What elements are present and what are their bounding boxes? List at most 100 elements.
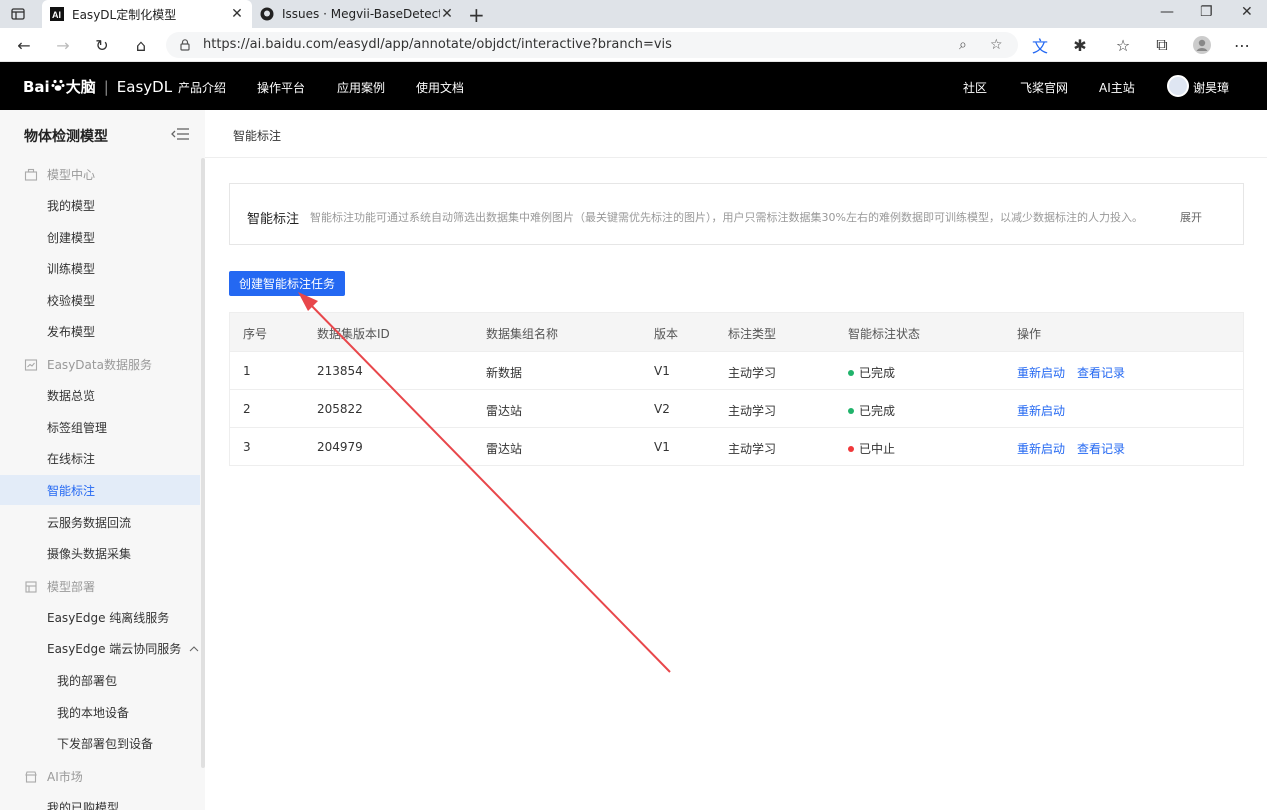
sidebar-item-easyedge-cloud[interactable]: EasyEdge 端云协同服务 bbox=[0, 633, 200, 663]
sidebar-group-easydata: EasyData数据服务 bbox=[24, 356, 152, 373]
browser-tab-easydl[interactable]: AI EasyDL定制化模型 ✕ bbox=[42, 0, 252, 28]
cell-actions: 重新启动 查看记录 bbox=[1017, 440, 1137, 457]
status-text: 已完成 bbox=[859, 366, 896, 380]
tab-title: Issues · Megvii-BaseDetection/Y( bbox=[282, 7, 440, 21]
nav-product-intro[interactable]: 产品介绍 bbox=[178, 79, 226, 96]
browser-tab-github[interactable]: Issues · Megvii-BaseDetection/Y( ✕ bbox=[252, 0, 462, 28]
col-index: 序号 bbox=[243, 327, 268, 341]
restart-link[interactable]: 重新启动 bbox=[1017, 442, 1065, 456]
status-dot bbox=[848, 408, 854, 414]
nav-ai-main[interactable]: AI主站 bbox=[1099, 79, 1135, 96]
lock-icon[interactable] bbox=[178, 38, 192, 52]
browser-tabstrip: AI EasyDL定制化模型 ✕ Issues · Megvii-BaseDet… bbox=[0, 0, 1267, 28]
breadcrumb-current: 智能标注 bbox=[233, 129, 282, 143]
favorite-star-icon[interactable]: ☆ bbox=[990, 37, 1003, 53]
window-close-icon[interactable]: ✕ bbox=[1241, 4, 1253, 20]
sidebar-group-model-center: 模型中心 bbox=[24, 166, 95, 183]
cell-version: V2 bbox=[654, 402, 670, 416]
cell-dataset-id: 213854 bbox=[317, 364, 363, 378]
close-icon[interactable]: ✕ bbox=[440, 6, 454, 22]
back-icon[interactable]: ← bbox=[14, 35, 34, 55]
forward-icon[interactable]: → bbox=[53, 35, 73, 55]
refresh-icon[interactable]: ↻ bbox=[92, 35, 112, 55]
new-tab-icon[interactable]: + bbox=[468, 3, 485, 27]
divider: | bbox=[103, 77, 109, 96]
sidebar-title: 物体检测模型 bbox=[24, 129, 108, 145]
sidebar-item-label-groups[interactable]: 标签组管理 bbox=[0, 412, 200, 442]
nav-paddle[interactable]: 飞桨官网 bbox=[1020, 79, 1068, 96]
view-records-link[interactable]: 查看记录 bbox=[1077, 442, 1125, 456]
profile-icon[interactable] bbox=[1192, 35, 1212, 55]
restore-icon[interactable]: ❐ bbox=[1200, 4, 1213, 20]
restart-link[interactable]: 重新启动 bbox=[1017, 366, 1065, 380]
more-icon[interactable]: ⋯ bbox=[1232, 35, 1252, 55]
col-status: 智能标注状态 bbox=[848, 327, 921, 341]
expand-link[interactable]: 展开 bbox=[1180, 209, 1202, 225]
baidu-logo[interactable]: Bai 大脑 | EasyDL bbox=[23, 76, 172, 97]
translate-icon[interactable]: 文 bbox=[1030, 35, 1050, 56]
sidebar-item-camera-capture[interactable]: 摄像头数据采集 bbox=[0, 538, 200, 568]
sidebar-item-my-models[interactable]: 我的模型 bbox=[0, 190, 200, 220]
sidebar-item-validate-model[interactable]: 校验模型 bbox=[0, 285, 200, 315]
sidebar-item-cloud-data-return[interactable]: 云服务数据回流 bbox=[0, 507, 200, 537]
product-name: EasyDL bbox=[116, 77, 173, 96]
task-table: 序号 数据集版本ID 数据集组名称 版本 标注类型 智能标注状态 操作 1 21… bbox=[229, 312, 1244, 466]
nav-community[interactable]: 社区 bbox=[963, 79, 987, 96]
github-icon bbox=[260, 7, 274, 21]
cell-version: V1 bbox=[654, 364, 670, 378]
chevron-up-icon bbox=[189, 641, 199, 655]
cell-index: 2 bbox=[243, 402, 251, 416]
nav-docs[interactable]: 使用文档 bbox=[416, 79, 464, 96]
sidebar: 物体检测模型 模型中心 我的模型 创建模型 训练模型 校验模型 发布模型 Eas… bbox=[0, 110, 205, 810]
cell-status: 已中止 bbox=[848, 440, 895, 457]
table-row: 1 213854 新数据 V1 主动学习 已完成 重新启动 查看记录 bbox=[230, 351, 1243, 389]
svg-text:AI: AI bbox=[52, 10, 61, 20]
sidebar-item-smart-labeling[interactable]: 智能标注 bbox=[0, 475, 200, 505]
nav-platform[interactable]: 操作平台 bbox=[257, 79, 305, 96]
minimize-icon[interactable]: — bbox=[1160, 4, 1174, 20]
data-service-icon bbox=[24, 358, 38, 372]
close-icon[interactable]: ✕ bbox=[230, 6, 244, 22]
user-name[interactable]: 谢昊璋 bbox=[1193, 79, 1229, 96]
collections-icon[interactable]: ⧉ bbox=[1152, 35, 1172, 55]
tab-title: EasyDL定制化模型 bbox=[72, 7, 177, 22]
paw-icon bbox=[51, 78, 65, 96]
cell-actions: 重新启动 bbox=[1017, 402, 1077, 419]
table-row: 2 205822 雷达站 V2 主动学习 已完成 重新启动 bbox=[230, 389, 1243, 427]
table-row: 3 204979 雷达站 V1 主动学习 已中止 重新启动 查看记录 bbox=[230, 427, 1243, 465]
zoom-icon[interactable]: ⌕ bbox=[959, 37, 967, 53]
avatar[interactable] bbox=[1167, 75, 1189, 97]
brand: Bai bbox=[23, 77, 50, 96]
ai-favicon-icon: AI bbox=[50, 7, 64, 21]
cell-index: 1 bbox=[243, 364, 251, 378]
info-title: 智能标注 bbox=[247, 212, 300, 227]
sidebar-item-online-labeling[interactable]: 在线标注 bbox=[0, 443, 200, 473]
sidebar-item-publish-model[interactable]: 发布模型 bbox=[0, 316, 200, 346]
extensions-icon[interactable]: ✱ bbox=[1070, 35, 1090, 55]
create-smart-label-task-button[interactable]: 创建智能标注任务 bbox=[229, 271, 345, 296]
sidebar-item-easyedge-offline[interactable]: EasyEdge 纯离线服务 bbox=[0, 602, 200, 632]
sidebar-item-my-packages[interactable]: 我的部署包 bbox=[0, 665, 200, 695]
home-icon[interactable]: ⌂ bbox=[131, 35, 151, 55]
sidebar-item-purchased-models[interactable]: 我的已购模型 bbox=[0, 792, 200, 810]
restart-link[interactable]: 重新启动 bbox=[1017, 404, 1065, 418]
table-header: 序号 数据集版本ID 数据集组名称 版本 标注类型 智能标注状态 操作 bbox=[230, 313, 1243, 351]
sidebar-group-ai-market: AI市场 bbox=[24, 768, 83, 785]
info-description: 智能标注功能可通过系统自动筛选出数据集中难例图片（最关键需优先标注的图片），用户… bbox=[310, 211, 1143, 224]
cell-actions: 重新启动 查看记录 bbox=[1017, 364, 1137, 381]
sidebar-item-create-model[interactable]: 创建模型 bbox=[0, 222, 200, 252]
cell-status: 已完成 bbox=[848, 402, 895, 419]
tab-actions-icon[interactable] bbox=[10, 6, 26, 22]
sidebar-item-deploy-to-device[interactable]: 下发部署包到设备 bbox=[0, 728, 200, 758]
sidebar-item-local-devices[interactable]: 我的本地设备 bbox=[0, 697, 200, 727]
cell-dataset-name: 新数据 bbox=[486, 366, 523, 380]
cell-label-type: 主动学习 bbox=[728, 366, 777, 380]
view-records-link[interactable]: 查看记录 bbox=[1077, 366, 1125, 380]
sidebar-item-data-overview[interactable]: 数据总览 bbox=[0, 380, 200, 410]
sidebar-item-train-model[interactable]: 训练模型 bbox=[0, 253, 200, 283]
url-text: https://ai.baidu.com/easydl/app/annotate… bbox=[203, 37, 672, 52]
address-bar[interactable]: https://ai.baidu.com/easydl/app/annotate… bbox=[166, 32, 1018, 58]
favorites-icon[interactable]: ☆ bbox=[1113, 35, 1133, 55]
nav-cases[interactable]: 应用案例 bbox=[337, 79, 385, 96]
collapse-sidebar-icon[interactable] bbox=[170, 126, 190, 142]
